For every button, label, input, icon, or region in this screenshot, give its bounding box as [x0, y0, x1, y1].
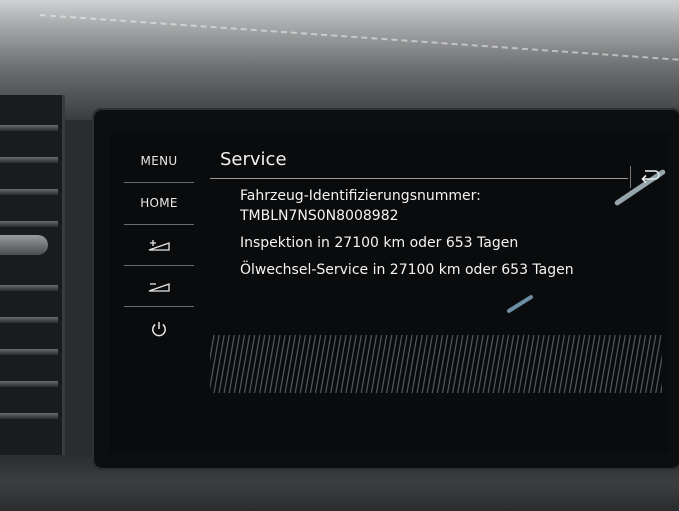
- menu-button[interactable]: MENU: [124, 142, 194, 180]
- inspection-info: Inspektion in 27100 km oder 653 Tagen: [240, 235, 519, 251]
- air-vent: [0, 95, 65, 465]
- vent-knob: [0, 235, 48, 255]
- sidebar-divider: [124, 182, 194, 183]
- screen-reflection: [210, 335, 662, 393]
- page-title: Service: [220, 149, 287, 170]
- brightness-up-icon: [148, 240, 170, 251]
- header-divider: [210, 178, 628, 179]
- home-button-label: HOME: [140, 196, 178, 210]
- oil-service-info: Ölwechsel-Service in 27100 km oder 653 T…: [240, 262, 574, 278]
- sidebar-divider: [124, 306, 194, 307]
- vent-slat: [0, 413, 58, 419]
- power-icon: [152, 322, 166, 337]
- sidebar-divider: [124, 224, 194, 225]
- menu-button-label: MENU: [140, 154, 178, 168]
- screen-header: Service: [210, 146, 662, 188]
- vin-label: Fahrzeug-Identifizierungsnummer:: [240, 188, 481, 204]
- vent-slat: [0, 349, 58, 355]
- vent-slat: [0, 221, 58, 227]
- sidebar-divider: [124, 265, 194, 266]
- vent-slat: [0, 125, 58, 131]
- brightness-down-button[interactable]: [124, 267, 194, 305]
- vent-slat: [0, 157, 58, 163]
- power-button[interactable]: [124, 310, 194, 348]
- vent-slat: [0, 381, 58, 387]
- vent-slat: [0, 189, 58, 195]
- brightness-up-button[interactable]: [124, 226, 194, 264]
- vin-value: TMBLN7NS0N8008982: [240, 208, 399, 224]
- back-separator: [630, 166, 631, 188]
- home-button[interactable]: HOME: [124, 184, 194, 222]
- brightness-down-icon: [148, 283, 170, 292]
- dashboard-stitching: [39, 14, 679, 61]
- vent-slat: [0, 285, 58, 291]
- vent-slat: [0, 317, 58, 323]
- dashboard-top: [0, 0, 679, 120]
